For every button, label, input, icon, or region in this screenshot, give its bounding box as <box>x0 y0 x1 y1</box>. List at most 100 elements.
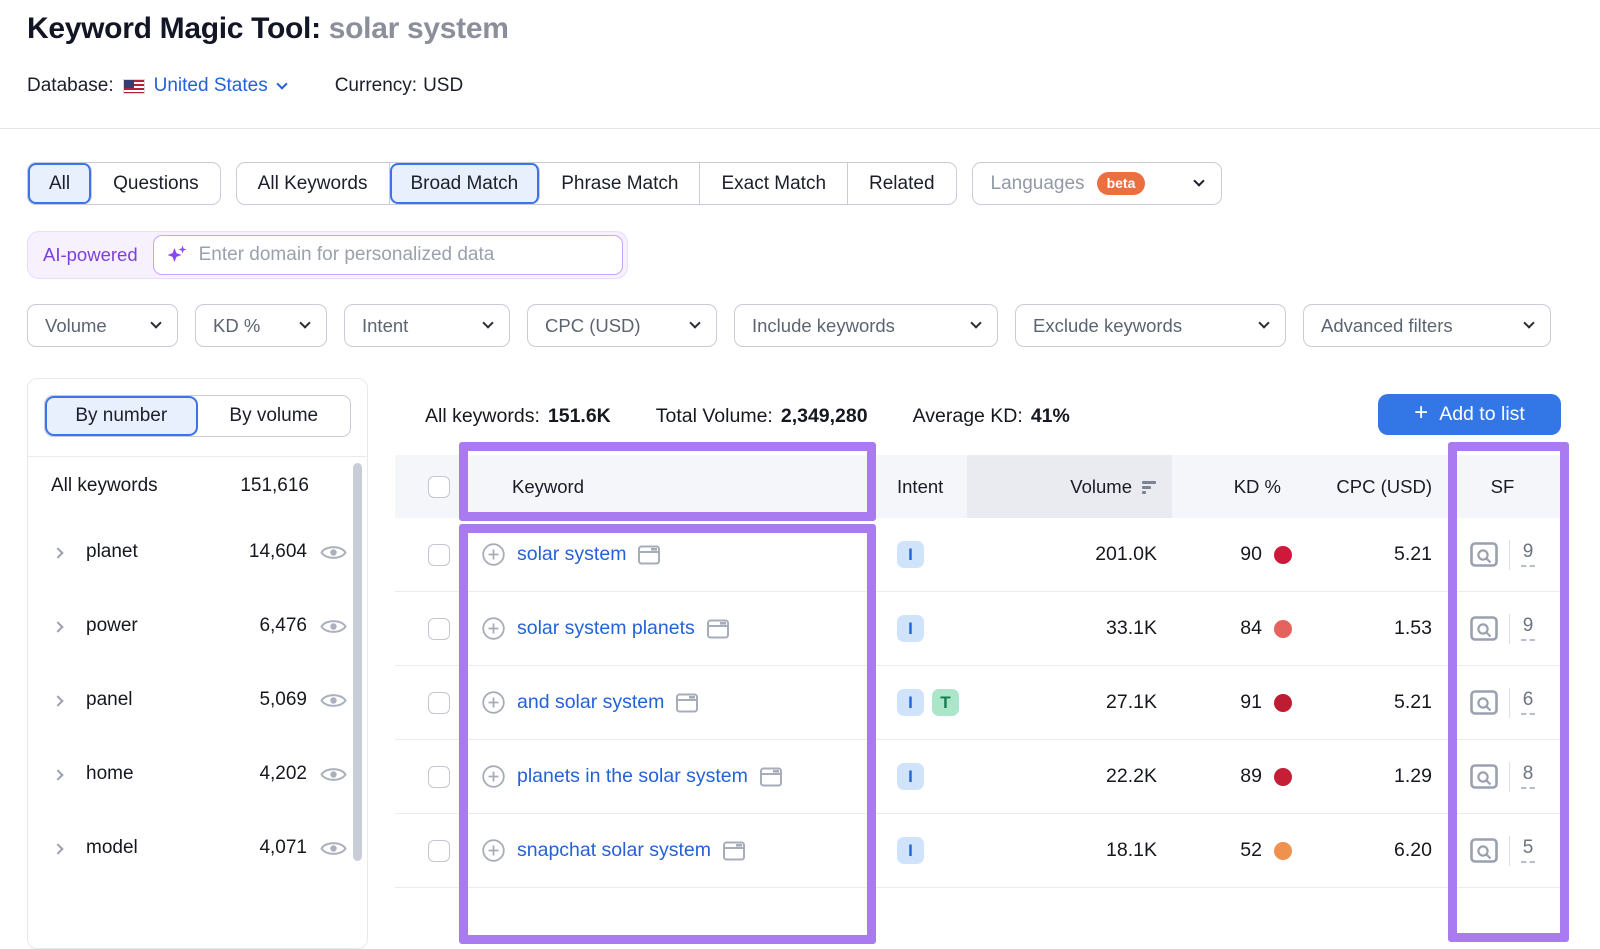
chevron-down-icon <box>299 317 310 328</box>
keyword-link[interactable]: solar system planets <box>517 617 695 640</box>
tab-all[interactable]: All <box>28 163 92 204</box>
serp-preview-icon[interactable] <box>676 693 698 713</box>
intent-badge-informational: I <box>897 541 924 568</box>
row-checkbox[interactable] <box>428 840 450 862</box>
keyword-link[interactable]: snapchat solar system <box>517 839 711 862</box>
sidebar-all-label: All keywords <box>51 475 158 497</box>
tab-all-keywords[interactable]: All Keywords <box>237 163 390 204</box>
chevron-down-icon <box>1523 317 1534 328</box>
sidebar-item-panel[interactable]: panel 5,069 <box>28 663 367 737</box>
eye-icon[interactable] <box>320 691 347 710</box>
stat-all-keywords: All keywords:151.6K <box>425 405 611 428</box>
filter-intent[interactable]: Intent <box>344 304 510 347</box>
sidebar-all-count: 151,616 <box>240 475 309 497</box>
column-header-sf[interactable]: SF <box>1437 476 1568 498</box>
serp-features-icon[interactable] <box>1470 690 1498 715</box>
intent-badge-informational: I <box>897 689 924 716</box>
row-checkbox[interactable] <box>428 618 450 640</box>
languages-dropdown[interactable]: Languages beta <box>972 162 1222 205</box>
chevron-right-icon <box>54 689 70 711</box>
kd-cell: 90 <box>1172 543 1295 566</box>
column-header-intent[interactable]: Intent <box>875 476 967 498</box>
serp-preview-icon[interactable] <box>707 619 729 639</box>
sf-count[interactable]: 5 <box>1521 838 1536 863</box>
database-selector[interactable]: United States <box>154 75 286 97</box>
column-header-volume[interactable]: Volume <box>967 455 1172 518</box>
filter-advanced[interactable]: Advanced filters <box>1303 304 1551 347</box>
tab-related[interactable]: Related <box>848 163 956 204</box>
eye-icon[interactable] <box>320 839 347 858</box>
chevron-down-icon <box>150 317 161 328</box>
filter-cpc[interactable]: CPC (USD) <box>527 304 717 347</box>
row-checkbox[interactable] <box>428 692 450 714</box>
sf-count[interactable]: 6 <box>1521 690 1536 715</box>
serp-features-icon[interactable] <box>1470 764 1498 789</box>
add-keyword-icon[interactable] <box>482 691 505 714</box>
chevron-down-icon <box>276 78 287 89</box>
add-keyword-icon[interactable] <box>482 543 505 566</box>
chevron-right-icon <box>54 763 70 785</box>
sidebar-scrollbar[interactable] <box>353 463 362 861</box>
chevron-right-icon <box>54 837 70 859</box>
serp-features-icon[interactable] <box>1470 616 1498 641</box>
sidebar-item-all-keywords[interactable]: All keywords 151,616 <box>28 457 367 515</box>
kd-dot <box>1274 546 1292 564</box>
column-header-kd[interactable]: KD % <box>1172 476 1295 498</box>
tab-questions[interactable]: Questions <box>92 163 220 204</box>
filter-volume[interactable]: Volume <box>27 304 178 347</box>
sidebar-item-planet[interactable]: planet 14,604 <box>28 515 367 589</box>
kd-dot <box>1274 842 1292 860</box>
sf-divider <box>1509 836 1510 866</box>
keyword-link[interactable]: solar system <box>517 543 626 566</box>
tab-exact-match[interactable]: Exact Match <box>700 163 848 204</box>
select-all-checkbox[interactable] <box>428 476 450 498</box>
chevron-right-icon <box>54 541 70 563</box>
keyword-groups-sidebar: By number By volume All keywords 151,616… <box>27 378 368 949</box>
sf-count[interactable]: 9 <box>1521 542 1536 567</box>
filter-exclude-keywords[interactable]: Exclude keywords <box>1015 304 1286 347</box>
sf-count[interactable]: 9 <box>1521 616 1536 641</box>
group-count: 4,071 <box>259 837 307 859</box>
sf-divider <box>1509 688 1510 718</box>
serp-preview-icon[interactable] <box>760 767 782 787</box>
sidebar-item-model[interactable]: model 4,071 <box>28 811 367 885</box>
tab-phrase-match[interactable]: Phrase Match <box>540 163 700 204</box>
keyword-link[interactable]: planets in the solar system <box>517 765 748 788</box>
add-to-list-button[interactable]: + Add to list <box>1378 394 1561 435</box>
sf-count[interactable]: 8 <box>1521 764 1536 789</box>
page-title: Keyword Magic Tool:solar system <box>27 12 509 46</box>
chevron-right-icon <box>54 615 70 637</box>
eye-icon[interactable] <box>320 617 347 636</box>
serp-preview-icon[interactable] <box>638 545 660 565</box>
row-checkbox[interactable] <box>428 544 450 566</box>
serp-preview-icon[interactable] <box>723 841 745 861</box>
domain-input[interactable]: Enter domain for personalized data <box>153 235 623 275</box>
eye-icon[interactable] <box>320 765 347 784</box>
filter-kd[interactable]: KD % <box>195 304 327 347</box>
cpc-cell: 5.21 <box>1295 691 1437 714</box>
page-title-query: solar system <box>329 12 509 45</box>
table-row: solar system I 201.0K 90 5.21 9 <box>395 518 1568 592</box>
tab-broad-match[interactable]: Broad Match <box>390 163 541 204</box>
plus-icon: + <box>1414 399 1428 427</box>
serp-features-icon[interactable] <box>1470 542 1498 567</box>
add-keyword-icon[interactable] <box>482 839 505 862</box>
ai-powered-label: AI-powered <box>43 244 138 266</box>
toggle-by-volume[interactable]: By volume <box>198 396 351 436</box>
sidebar-item-power[interactable]: power 6,476 <box>28 589 367 663</box>
tab-group-all-questions: All Questions <box>27 162 221 205</box>
column-header-cpc[interactable]: CPC (USD) <box>1295 476 1437 498</box>
sidebar-item-home[interactable]: home 4,202 <box>28 737 367 811</box>
add-keyword-icon[interactable] <box>482 765 505 788</box>
toggle-by-number[interactable]: By number <box>45 396 198 436</box>
filter-include-keywords[interactable]: Include keywords <box>734 304 998 347</box>
column-header-keyword[interactable]: Keyword <box>466 476 875 498</box>
group-label: power <box>86 615 138 637</box>
eye-icon[interactable] <box>320 543 347 562</box>
add-keyword-icon[interactable] <box>482 617 505 640</box>
row-checkbox[interactable] <box>428 766 450 788</box>
serp-features-icon[interactable] <box>1470 838 1498 863</box>
chevron-down-icon <box>482 317 493 328</box>
kd-cell: 84 <box>1172 617 1295 640</box>
keyword-link[interactable]: and solar system <box>517 691 664 714</box>
